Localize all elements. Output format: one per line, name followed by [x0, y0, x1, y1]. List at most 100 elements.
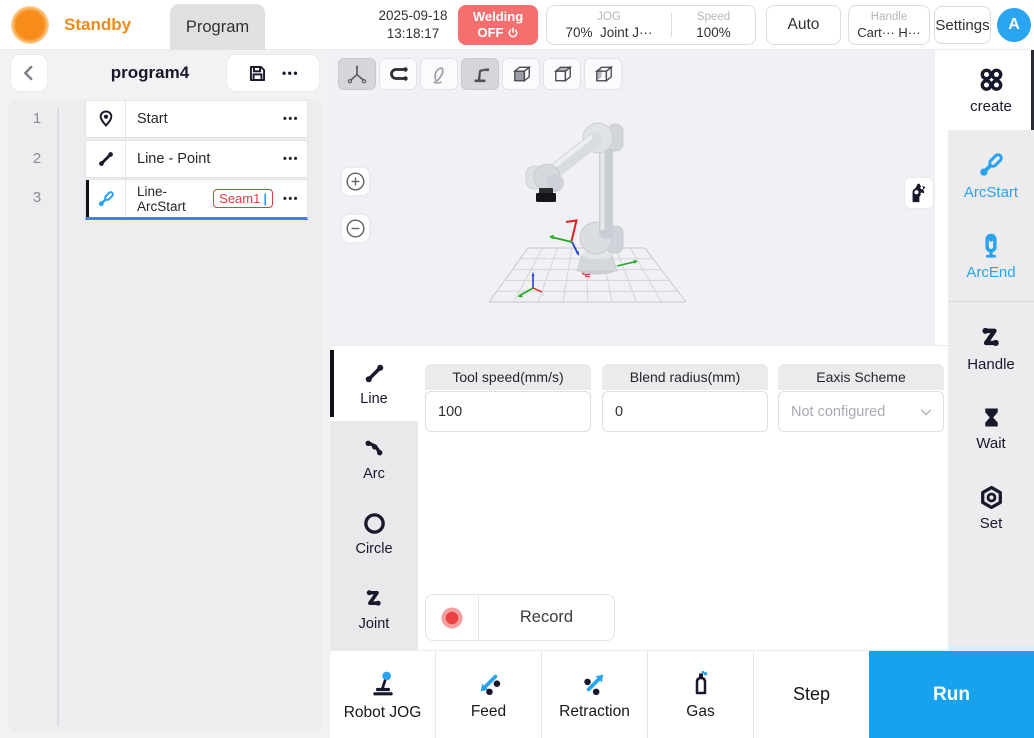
- bottom-item-label: Retraction: [559, 702, 630, 720]
- handle-group[interactable]: Handle Cart··· H···: [848, 5, 930, 45]
- tab-program[interactable]: Program: [170, 4, 265, 50]
- row-menu-button[interactable]: •••: [275, 101, 307, 137]
- blend-radius-field: Blend radius(mm): [602, 364, 768, 432]
- sidebar-item-set[interactable]: Set: [948, 468, 1034, 548]
- record-button[interactable]: Record: [425, 594, 615, 641]
- status-light[interactable]: [11, 6, 49, 44]
- retraction-button[interactable]: Retraction: [542, 651, 648, 738]
- handle-label: Handle: [870, 11, 908, 23]
- step-label: Start: [137, 110, 168, 127]
- joystick-icon: [372, 671, 393, 695]
- tab-joint[interactable]: Joint: [330, 571, 418, 646]
- eaxis-scheme-select[interactable]: Not configured: [778, 391, 944, 432]
- set-hex-icon: [980, 485, 1002, 510]
- jog-mode: Joint J···: [600, 25, 653, 40]
- speed-label: Speed: [696, 11, 731, 23]
- create-grid-icon: [980, 68, 1003, 91]
- row-menu-button[interactable]: •••: [275, 180, 307, 217]
- feed-arrow-icon: [480, 674, 500, 695]
- joint-icon: [366, 589, 381, 606]
- arcstart-link-icon: [98, 190, 114, 206]
- jog-label: JOG: [597, 11, 621, 23]
- chevron-down-icon: [920, 408, 932, 415]
- field-label: Blend radius(mm): [602, 364, 768, 390]
- retraction-arrow-icon: [583, 674, 603, 695]
- sidebar-item-label: Wait: [976, 435, 1006, 452]
- location-pin-icon: [99, 110, 112, 127]
- tab-circle[interactable]: Circle: [330, 496, 418, 571]
- gas-button[interactable]: Gas: [648, 651, 754, 738]
- sidebar-item-label: ArcEnd: [966, 263, 1016, 281]
- gas-cylinder-icon: [695, 670, 707, 694]
- select-value: Not configured: [791, 403, 886, 420]
- record-dot-icon: [441, 607, 463, 628]
- sidebar-item-handle[interactable]: Handle: [948, 308, 1034, 388]
- program-menu-button[interactable]: •••: [282, 66, 299, 80]
- field-label: Eaxis Scheme: [778, 364, 944, 390]
- auto-mode-button[interactable]: Auto: [766, 5, 841, 45]
- save-icon: [249, 65, 265, 81]
- motion-type-tabs: Line Arc Circle Joint: [330, 346, 418, 651]
- list-item-start[interactable]: Start •••: [85, 100, 308, 138]
- arc-icon: [365, 440, 382, 455]
- sidebar-item-arcstart[interactable]: ArcStart: [948, 135, 1034, 215]
- hourglass-icon: [984, 408, 998, 427]
- list-item-line-arcstart[interactable]: Line-ArcStart Seam1 | •••: [85, 179, 308, 220]
- robot-3d-view[interactable]: [330, 50, 935, 345]
- save-button[interactable]: [247, 63, 268, 84]
- step-number: 3: [32, 189, 42, 206]
- handle-value-1: Cart···: [857, 25, 895, 40]
- list-item-line-point[interactable]: Line - Point •••: [85, 140, 308, 178]
- date-text: 2025-09-18: [378, 8, 448, 23]
- welding-title: Welding: [472, 9, 524, 24]
- speed-percent: 100%: [696, 25, 731, 40]
- step-number: 2: [32, 150, 42, 167]
- bottom-bar: Robot JOG Feed Retraction Gas Step Run: [330, 650, 1034, 738]
- jog-percent: 70%: [565, 25, 593, 40]
- run-button[interactable]: Run: [869, 651, 1034, 738]
- blend-radius-input[interactable]: [603, 403, 767, 420]
- datetime-display: 2025-09-18 13:18:17: [372, 7, 454, 43]
- feed-button[interactable]: Feed: [436, 651, 542, 738]
- arcend-torch-icon: [985, 233, 997, 258]
- bottom-item-label: Feed: [470, 702, 507, 720]
- step-button[interactable]: Step: [754, 651, 869, 738]
- sidebar-item-label: create: [970, 97, 1012, 115]
- time-text: 13:18:17: [386, 26, 440, 41]
- tool-speed-input[interactable]: [426, 403, 590, 420]
- step-number-divider: [57, 108, 59, 726]
- sidebar-divider: [948, 301, 1034, 302]
- step-label: Line-ArcStart: [137, 183, 186, 214]
- row-menu-button[interactable]: •••: [275, 141, 307, 177]
- sidebar-item-label: ArcStart: [963, 183, 1019, 201]
- sidebar-item-create[interactable]: create: [948, 50, 1034, 130]
- program-panel: program4 ••• 1 2 3 Start ••• Line - Poin…: [0, 50, 330, 738]
- handle-zigzag-icon: [981, 327, 999, 346]
- settings-button[interactable]: Settings: [934, 6, 991, 44]
- center-area: Line Arc Circle Joint Tool speed(mm/s) 1…: [330, 50, 948, 651]
- jog-speed-group[interactable]: JOG 70% Joint J··· Speed 100%: [546, 5, 756, 45]
- back-button[interactable]: [10, 54, 48, 92]
- tab-line[interactable]: Line: [330, 346, 418, 421]
- bottom-item-label: Robot JOG: [343, 703, 422, 721]
- bottom-item-label: Gas: [686, 702, 715, 720]
- sidebar-item-label: Handle: [967, 356, 1015, 373]
- handle-value-2: H···: [898, 25, 921, 40]
- text-cursor: |: [263, 191, 267, 206]
- sidebar-item-arcend[interactable]: ArcEnd: [948, 215, 1034, 295]
- tab-arc[interactable]: Arc: [330, 421, 418, 496]
- line-icon: [365, 364, 383, 382]
- tool-speed-field: Tool speed(mm/s): [425, 364, 591, 432]
- seam-badge[interactable]: Seam1 |: [213, 189, 273, 208]
- program-actions: •••: [226, 54, 320, 92]
- motion-parameter-panel: Line Arc Circle Joint Tool speed(mm/s) 1…: [330, 345, 948, 651]
- sidebar-item-wait[interactable]: Wait: [948, 388, 1034, 468]
- welding-toggle-button[interactable]: Welding OFF: [458, 5, 538, 45]
- avatar[interactable]: A: [997, 8, 1031, 42]
- action-sidebar: create ArcStart ArcEnd Handle Wait Set: [948, 50, 1034, 646]
- robot-scene: [488, 122, 687, 303]
- power-icon: [508, 27, 517, 38]
- robot-jog-button[interactable]: Robot JOG: [330, 651, 436, 738]
- program-title: program4: [110, 63, 190, 82]
- chevron-left-icon: [24, 65, 33, 81]
